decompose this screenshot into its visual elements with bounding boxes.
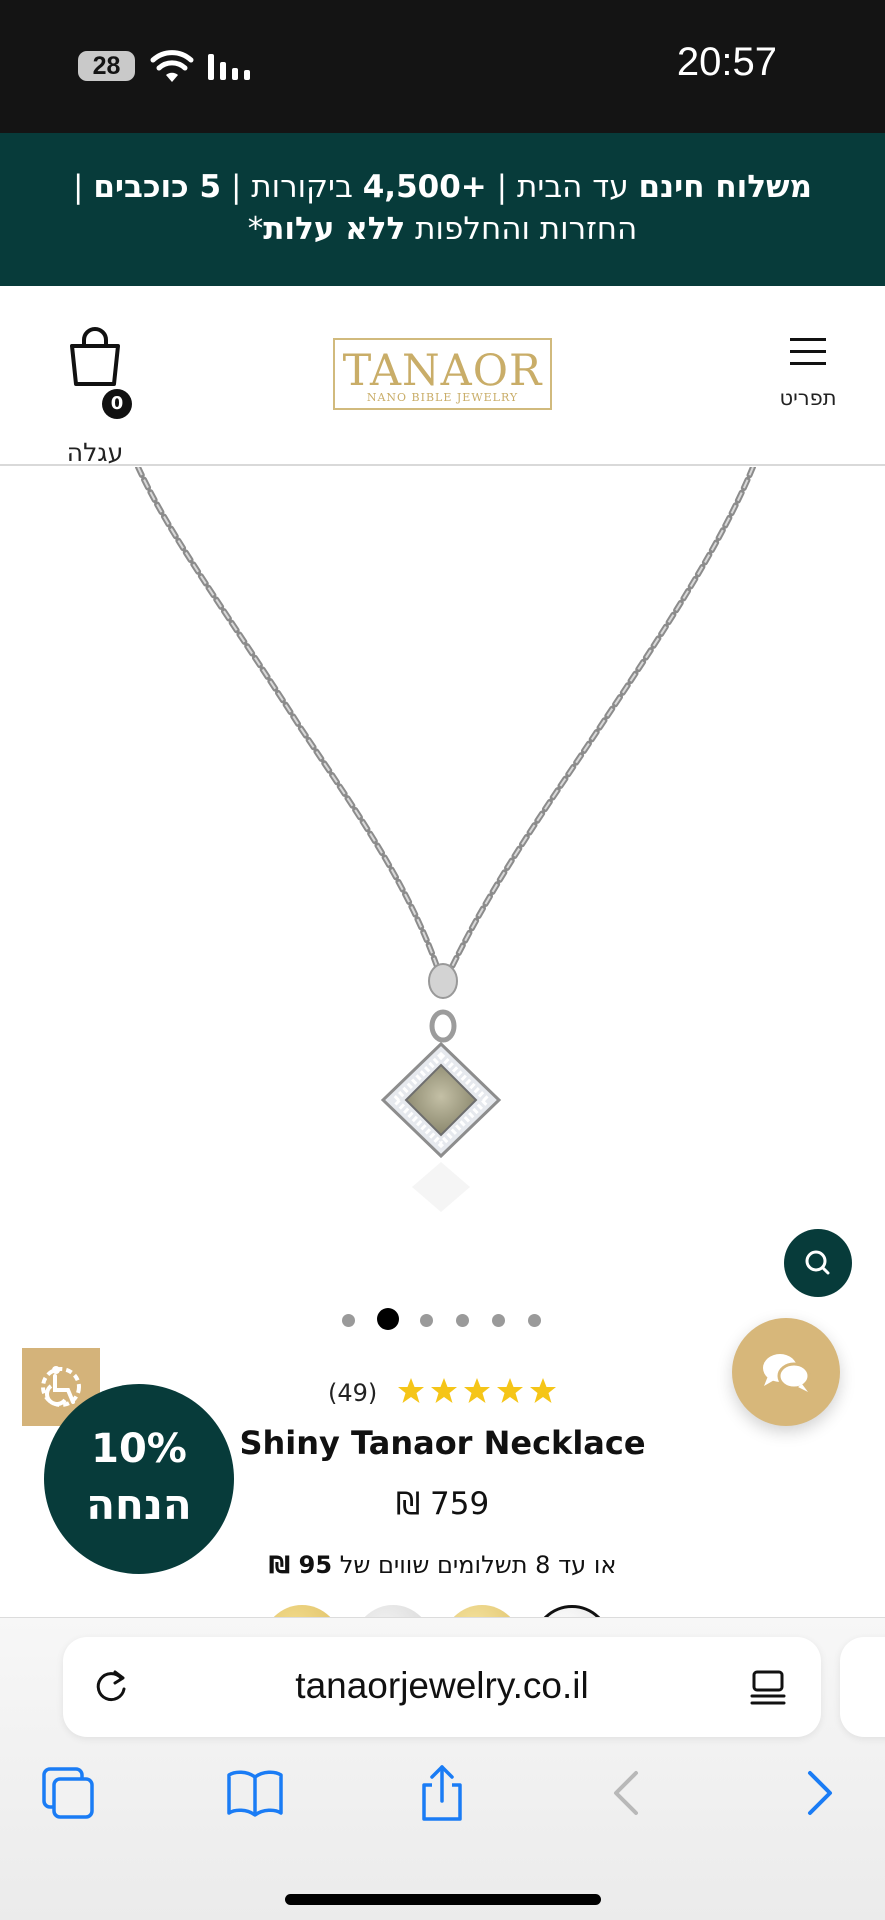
search-button[interactable]: [784, 1229, 852, 1297]
share-icon[interactable]: [412, 1763, 472, 1823]
address-bar[interactable]: tanaorjewelry.co.il: [63, 1637, 821, 1737]
tanaor-logo[interactable]: TANAOR NANO BIBLE JEWELRY: [333, 338, 552, 410]
promo-five-stars: 5 כוכבים: [93, 169, 222, 205]
browser-toolbar: tanaorjewelry.co.il: [0, 1617, 885, 1920]
discount-badge[interactable]: 10% הנחה: [44, 1384, 234, 1574]
forward-chevron-icon[interactable]: [788, 1763, 848, 1823]
next-tab-preview[interactable]: [840, 1637, 885, 1737]
url-text[interactable]: tanaorjewelry.co.il: [153, 1665, 731, 1707]
installments-amount: 95 ₪: [268, 1551, 333, 1579]
carousel-dot[interactable]: [528, 1314, 541, 1327]
battery-indicator: 28: [78, 51, 135, 81]
site-header: תפריט TANAOR NANO BIBLE JEWELRY 0 עגלה: [0, 286, 885, 467]
cart-label: עגלה: [66, 438, 124, 467]
installments-text: או עד 8 תשלומים שווים של: [339, 1551, 617, 1579]
promo-line-1: משלוח חינם עד הבית | +4,500 ביקורות | 5 …: [0, 166, 885, 208]
back-chevron-icon[interactable]: [598, 1763, 658, 1823]
promo-returns: החזרות והחלפות: [415, 211, 638, 247]
bookmarks-icon[interactable]: [225, 1763, 285, 1823]
tabs-icon[interactable]: [38, 1763, 98, 1823]
carousel-dot[interactable]: [492, 1314, 505, 1327]
clock: 20:57: [676, 40, 777, 84]
chat-button[interactable]: [732, 1318, 840, 1426]
logo-tagline: NANO BIBLE JEWELRY: [335, 391, 550, 404]
carousel-dot[interactable]: [342, 1314, 355, 1327]
wifi-icon: [150, 50, 194, 82]
cart-button[interactable]: 0 עגלה: [55, 326, 135, 467]
promo-line-2: החזרות והחלפות ללא עלות*: [0, 208, 885, 250]
discount-label: הנחה: [86, 1480, 192, 1529]
necklace-image: [135, 464, 756, 1212]
carousel-dot[interactable]: [420, 1314, 433, 1327]
installments-note: או עד 8 תשלומים שווים של 95 ₪: [200, 1551, 685, 1579]
product-rating[interactable]: (49): [320, 1375, 570, 1415]
shopping-bag-icon: [70, 327, 120, 386]
chat-bubbles-icon: [763, 1354, 811, 1392]
promo-reviews: ביקורות |: [230, 169, 353, 205]
promo-separator: |: [73, 169, 84, 205]
home-indicator: [285, 1894, 601, 1905]
promo-review-count: +4,500: [362, 169, 487, 205]
status-bar: 28 20:57: [0, 0, 885, 133]
cart-count-badge: 0: [102, 389, 132, 419]
rating-count: (49): [328, 1379, 378, 1407]
carousel-dot[interactable]: [456, 1314, 469, 1327]
menu-label: תפריט: [779, 386, 837, 410]
cellular-signal-icon: [208, 54, 250, 80]
promo-banner: משלוח חינם עד הבית | +4,500 ביקורות | 5 …: [0, 133, 885, 286]
product-image[interactable]: [0, 464, 885, 1267]
carousel-dot-active[interactable]: [377, 1308, 399, 1330]
carousel-pagination: [340, 1308, 550, 1332]
promo-asterisk: *: [247, 211, 264, 247]
promo-to-home: עד הבית |: [496, 169, 629, 205]
product-price: 759 ₪: [395, 1486, 490, 1522]
product-title: Shiny Tanaor Necklace: [239, 1424, 646, 1462]
five-star-rating-icon: [398, 1378, 556, 1403]
promo-free-shipping: משלוח חינם: [638, 169, 812, 205]
menu-button[interactable]: תפריט: [763, 336, 853, 426]
page-menu-icon[interactable]: [749, 1668, 787, 1708]
hamburger-icon: [790, 338, 826, 365]
reload-icon[interactable]: [91, 1667, 131, 1707]
logo-wordmark: TANAOR: [342, 346, 543, 396]
promo-no-cost: ללא עלות: [263, 211, 406, 247]
search-icon: [805, 1250, 830, 1275]
